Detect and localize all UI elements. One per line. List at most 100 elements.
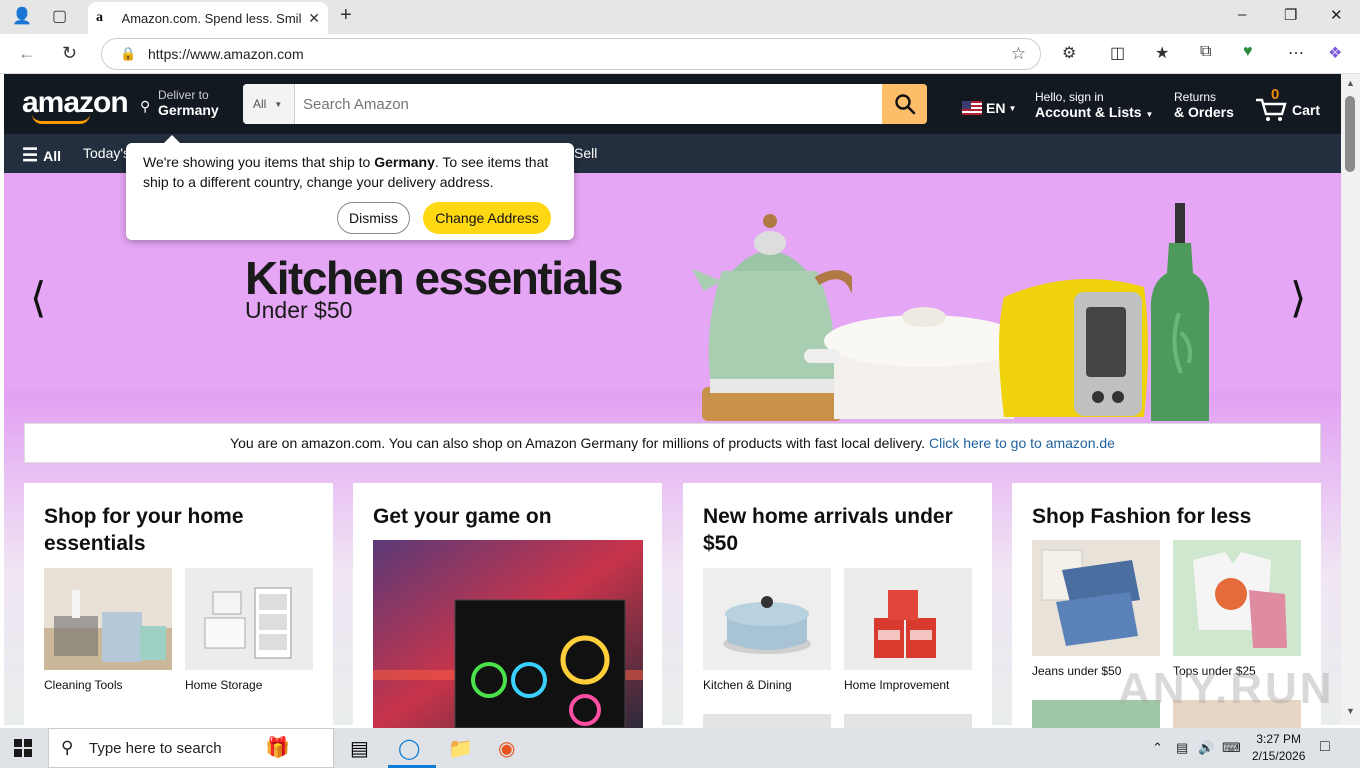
windows-taskbar: ⚲ Type here to search 🎁 ▤ ◯ 📁 ◉ ⌃ ▤ 🔊 ⌨ …: [0, 728, 1360, 768]
notifications-icon[interactable]: □: [1320, 738, 1330, 756]
carousel-prev-icon[interactable]: ⟨: [30, 273, 46, 322]
scroll-thumb[interactable]: [1345, 96, 1355, 172]
amazon-de-link[interactable]: Click here to go to amazon.de: [929, 435, 1115, 451]
split-screen-icon[interactable]: ◫: [1110, 43, 1125, 63]
close-tab-icon[interactable]: ✕: [308, 10, 320, 27]
card-title[interactable]: New home arrivals under $50: [703, 503, 972, 557]
favorites-icon[interactable]: ★: [1155, 43, 1169, 63]
deliver-country: Germany: [158, 102, 219, 118]
account-lists[interactable]: Hello, sign in Account & Lists ▼: [1035, 90, 1153, 120]
change-address-button[interactable]: Change Address: [423, 202, 551, 234]
new-tab-icon[interactable]: +: [340, 4, 352, 27]
tile-caption: Kitchen & Dining: [703, 678, 792, 692]
browser-tab-active[interactable]: a Amazon.com. Spend less. Smile more. ✕: [88, 2, 328, 34]
locale-info-bar: You are on amazon.com. You can also shop…: [24, 423, 1321, 463]
search-input[interactable]: [295, 84, 883, 124]
us-flag-icon: [962, 101, 982, 115]
close-window-icon[interactable]: ✕: [1330, 6, 1343, 24]
tile-caption: Cleaning Tools: [44, 678, 123, 692]
copilot-icon[interactable]: ❖: [1328, 43, 1342, 63]
search-category-select[interactable]: All ▼: [243, 84, 295, 124]
oil-bottle-image: [1150, 203, 1210, 421]
gift-icon: 🎁: [265, 737, 290, 759]
tile-tops[interactable]: Tops under $25: [1173, 540, 1301, 678]
browser-tab-bar: 👤 ▢ a Amazon.com. Spend less. Smile more…: [0, 0, 1360, 34]
amazon-favicon-icon: a: [96, 10, 103, 25]
browser-essentials-icon[interactable]: ♥: [1243, 43, 1253, 61]
subnav-sell[interactable]: Sell: [574, 145, 597, 161]
search-button[interactable]: [882, 84, 927, 124]
tile-home-improvement[interactable]: Home Improvement: [844, 568, 972, 692]
file-explorer-icon[interactable]: 📁: [448, 736, 473, 761]
language-selector[interactable]: EN ▼: [962, 100, 1016, 116]
browser-toolbar: ← ↻ 🔒 https://www.amazon.com ☆ ⚙ ◫ ★ ⧉ ♥…: [0, 34, 1360, 74]
reload-icon[interactable]: ↻: [62, 43, 77, 64]
popover-message: We're showing you items that ship to Ger…: [143, 152, 557, 192]
clock-date: 2/15/2026: [1252, 749, 1306, 763]
card-home-essentials: Shop for your home essentials Cleaning T…: [24, 483, 333, 728]
minimize-icon[interactable]: –: [1238, 6, 1246, 23]
profile-icon[interactable]: 👤: [12, 6, 32, 26]
search-bar: All ▼: [243, 84, 927, 124]
tile-partial: [703, 714, 831, 728]
deliver-label: Deliver to: [158, 88, 209, 102]
locale-info-text: You are on amazon.com. You can also shop…: [230, 435, 925, 451]
home-improvement-image: [844, 568, 972, 670]
url-text: https://www.amazon.com: [148, 46, 304, 62]
search-icon: [894, 94, 915, 115]
card-home-arrivals: New home arrivals under $50 Kitchen & Di…: [683, 483, 992, 728]
windows-start-icon[interactable]: [14, 739, 32, 757]
firefox-icon[interactable]: ◉: [498, 736, 515, 761]
card-title[interactable]: Shop for your home essentials: [44, 503, 313, 557]
ime-icon[interactable]: ⌨: [1222, 740, 1241, 756]
home-storage-image: [185, 568, 313, 670]
tile-cleaning-tools[interactable]: Cleaning Tools: [44, 568, 172, 692]
account-greeting: Hello, sign in: [1035, 90, 1104, 104]
subnav-todays-deals[interactable]: Today's: [83, 145, 130, 161]
taskbar-search[interactable]: ⚲ Type here to search 🎁: [48, 728, 334, 768]
dismiss-button[interactable]: Dismiss: [337, 202, 410, 234]
popover-text-before: We're showing you items that ship to: [143, 154, 375, 170]
system-clock[interactable]: 3:27 PM 2/15/2026: [1252, 731, 1305, 765]
page-scrollbar[interactable]: ▲ ▼: [1341, 74, 1360, 725]
edge-icon[interactable]: ◯: [398, 736, 420, 761]
restore-icon[interactable]: ❐: [1284, 6, 1297, 24]
tray-chevron-icon[interactable]: ⌃: [1152, 740, 1163, 756]
carousel-next-icon[interactable]: ⟩: [1290, 273, 1306, 322]
cleaning-tools-image: [44, 568, 172, 670]
returns-orders[interactable]: Returns & Orders: [1174, 90, 1234, 120]
popover-country: Germany: [374, 154, 435, 170]
volume-icon[interactable]: 🔊: [1198, 740, 1214, 756]
tile-jeans[interactable]: Jeans under $50: [1032, 540, 1160, 678]
card-game: Get your game on: [353, 483, 662, 728]
more-menu-icon[interactable]: ⋯: [1288, 43, 1304, 63]
hamburger-icon: ☰: [22, 145, 39, 165]
scroll-down-icon[interactable]: ▼: [1346, 706, 1355, 716]
card-title[interactable]: Get your game on: [373, 503, 642, 530]
taskbar-search-placeholder: Type here to search: [89, 739, 222, 757]
card-title[interactable]: Shop Fashion for less: [1032, 503, 1301, 530]
tile-kitchen-dining[interactable]: Kitchen & Dining: [703, 568, 831, 692]
tile-caption: Home Improvement: [844, 678, 950, 692]
scroll-up-icon[interactable]: ▲: [1346, 78, 1355, 88]
tab-actions-icon[interactable]: ▢: [52, 6, 67, 26]
tile-caption: Home Storage: [185, 678, 263, 692]
lock-icon[interactable]: 🔒: [120, 46, 136, 62]
tile-home-storage[interactable]: Home Storage: [185, 568, 313, 692]
delivery-location-popover: We're showing you items that ship to Ger…: [126, 135, 574, 240]
jeans-image: [1032, 540, 1160, 656]
network-icon[interactable]: ▤: [1176, 740, 1188, 756]
cart-label: Cart: [1292, 102, 1321, 118]
favorite-star-icon[interactable]: ☆: [1011, 44, 1026, 64]
collections-icon[interactable]: ⧉: [1200, 43, 1211, 61]
language-label: EN: [986, 100, 1006, 116]
caret-down-icon: ▼: [274, 99, 283, 109]
task-view-icon[interactable]: ▤: [350, 736, 369, 761]
orders-label: & Orders: [1174, 104, 1234, 120]
returns-label: Returns: [1174, 90, 1217, 104]
address-bar[interactable]: 🔒 https://www.amazon.com ☆: [101, 38, 1041, 70]
gaming-pc-image[interactable]: [373, 540, 643, 728]
back-icon[interactable]: ←: [18, 43, 36, 64]
all-menu-button[interactable]: ☰ All: [22, 145, 61, 166]
extensions-icon[interactable]: ⚙: [1062, 43, 1076, 63]
